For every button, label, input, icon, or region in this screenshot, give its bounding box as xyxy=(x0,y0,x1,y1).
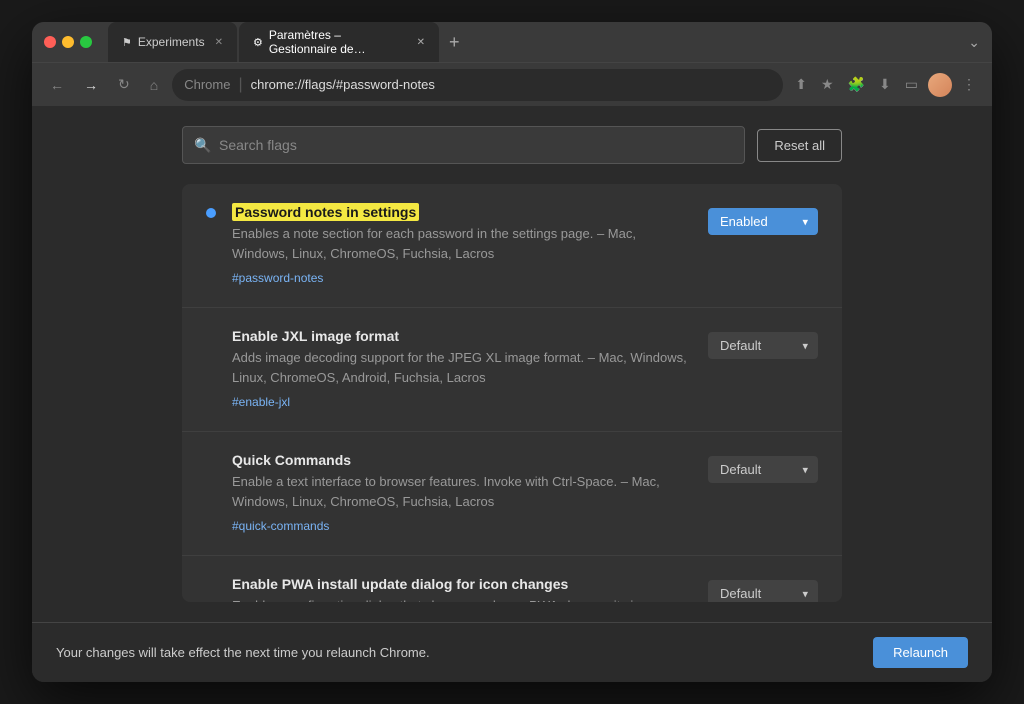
flag-info-quick-commands: Quick Commands Enable a text interface t… xyxy=(232,452,692,535)
bookmark-button[interactable]: ★ xyxy=(817,72,838,97)
flag-name-highlighted: Password notes in settings xyxy=(232,203,419,221)
flag-item-pwa-update: Enable PWA install update dialog for ico… xyxy=(182,556,842,602)
tab-menu-button[interactable]: ⌄ xyxy=(968,34,980,51)
flag-control-password-notes: Enabled Disabled Default xyxy=(708,208,818,235)
browser-window: ⚑ Experiments ✕ ⚙ Paramètres – Gestionna… xyxy=(32,22,992,682)
tabs-bar: ⚑ Experiments ✕ ⚙ Paramètres – Gestionna… xyxy=(108,22,960,62)
avatar[interactable] xyxy=(928,73,952,97)
flag-desc-jxl: Adds image decoding support for the JPEG… xyxy=(232,348,692,387)
search-input-wrapper: 🔍 xyxy=(182,126,745,164)
reset-all-button[interactable]: Reset all xyxy=(757,129,842,162)
experiments-tab-icon: ⚑ xyxy=(122,36,132,49)
cast-button[interactable]: ▭ xyxy=(901,72,922,97)
flag-desc-password-notes: Enables a note section for each password… xyxy=(232,224,692,263)
new-tab-button[interactable]: + xyxy=(441,22,468,62)
flag-info-pwa-update: Enable PWA install update dialog for ico… xyxy=(232,576,692,602)
title-bar: ⚑ Experiments ✕ ⚙ Paramètres – Gestionna… xyxy=(32,22,992,62)
tab-experiments[interactable]: ⚑ Experiments ✕ xyxy=(108,22,237,62)
flag-dropdown-jxl[interactable]: Default Enabled Disabled xyxy=(708,332,818,359)
address-url: chrome://flags/#password-notes xyxy=(251,77,435,92)
flag-control-pwa-update: Default Enabled Disabled xyxy=(708,580,818,602)
reload-button[interactable]: ↻ xyxy=(112,72,136,97)
enabled-dropdown-wrapper: Enabled Disabled Default xyxy=(708,208,818,235)
tab-experiments-label: Experiments xyxy=(138,35,205,49)
default-dropdown-wrapper-jxl: Default Enabled Disabled xyxy=(708,332,818,359)
maximize-button[interactable] xyxy=(80,36,92,48)
flag-item-password-notes: Password notes in settings Enables a not… xyxy=(182,184,842,308)
notification-text: Your changes will take effect the next t… xyxy=(56,645,430,660)
search-input[interactable] xyxy=(182,126,745,164)
relaunch-button[interactable]: Relaunch xyxy=(873,637,968,668)
notification-bar: Your changes will take effect the next t… xyxy=(32,622,992,682)
tab-settings-close[interactable]: ✕ xyxy=(417,37,425,48)
flags-container: 🔍 Reset all Password notes in settings xyxy=(32,106,992,622)
flag-link-quick-commands[interactable]: #quick-commands xyxy=(232,519,329,533)
share-button[interactable]: ⬆ xyxy=(791,72,811,97)
flag-dropdown-quick-commands[interactable]: Default Enabled Disabled xyxy=(708,456,818,483)
flag-indicator-password-notes xyxy=(206,208,216,218)
flags-list: Password notes in settings Enables a not… xyxy=(182,184,842,602)
flag-dropdown-pwa-update[interactable]: Default Enabled Disabled xyxy=(708,580,818,602)
search-bar-row: 🔍 Reset all xyxy=(182,126,842,164)
address-bar[interactable]: Chrome | chrome://flags/#password-notes xyxy=(172,69,783,101)
nav-actions: ⬆ ★ 🧩 ⬇ ▭ ⋮ xyxy=(791,72,980,97)
forward-button[interactable]: → xyxy=(78,73,104,97)
extensions-button[interactable]: 🧩 xyxy=(844,72,869,97)
flag-link-password-notes[interactable]: #password-notes xyxy=(232,271,323,285)
flag-name-pwa-update: Enable PWA install update dialog for ico… xyxy=(232,576,692,592)
flag-control-jxl: Default Enabled Disabled xyxy=(708,332,818,359)
flag-link-jxl[interactable]: #enable-jxl xyxy=(232,395,290,409)
flag-control-quick-commands: Default Enabled Disabled xyxy=(708,456,818,483)
flag-dropdown-password-notes[interactable]: Enabled Disabled Default xyxy=(708,208,818,235)
tab-settings[interactable]: ⚙ Paramètres – Gestionnaire de… ✕ xyxy=(239,22,439,62)
flag-info-password-notes: Password notes in settings Enables a not… xyxy=(232,204,692,287)
download-button[interactable]: ⬇ xyxy=(875,72,895,97)
traffic-lights xyxy=(44,36,92,48)
page-content: 🔍 Reset all Password notes in settings xyxy=(32,106,992,682)
default-dropdown-wrapper-quick-commands: Default Enabled Disabled xyxy=(708,456,818,483)
flag-desc-quick-commands: Enable a text interface to browser featu… xyxy=(232,472,692,511)
flag-name-jxl: Enable JXL image format xyxy=(232,328,692,344)
flag-name-quick-commands: Quick Commands xyxy=(232,452,692,468)
flag-item-enable-jxl: Enable JXL image format Adds image decod… xyxy=(182,308,842,432)
default-dropdown-wrapper-pwa-update: Default Enabled Disabled xyxy=(708,580,818,602)
flag-name-password-notes: Password notes in settings xyxy=(232,204,692,220)
flag-info-jxl: Enable JXL image format Adds image decod… xyxy=(232,328,692,411)
more-menu-button[interactable]: ⋮ xyxy=(958,72,980,97)
tab-settings-label: Paramètres – Gestionnaire de… xyxy=(269,28,407,56)
flag-desc-pwa-update: Enable a confirmation dialog that shows … xyxy=(232,596,692,602)
settings-tab-icon: ⚙ xyxy=(253,36,263,49)
minimize-button[interactable] xyxy=(62,36,74,48)
flag-item-quick-commands: Quick Commands Enable a text interface t… xyxy=(182,432,842,556)
nav-bar: ← → ↻ ⌂ Chrome | chrome://flags/#passwor… xyxy=(32,62,992,106)
close-button[interactable] xyxy=(44,36,56,48)
home-button[interactable]: ⌂ xyxy=(144,73,164,97)
tab-experiments-close[interactable]: ✕ xyxy=(215,37,223,48)
search-icon: 🔍 xyxy=(194,137,211,154)
address-chrome-label: Chrome xyxy=(184,77,230,92)
flag-active-dot xyxy=(206,208,216,218)
back-button[interactable]: ← xyxy=(44,73,70,97)
